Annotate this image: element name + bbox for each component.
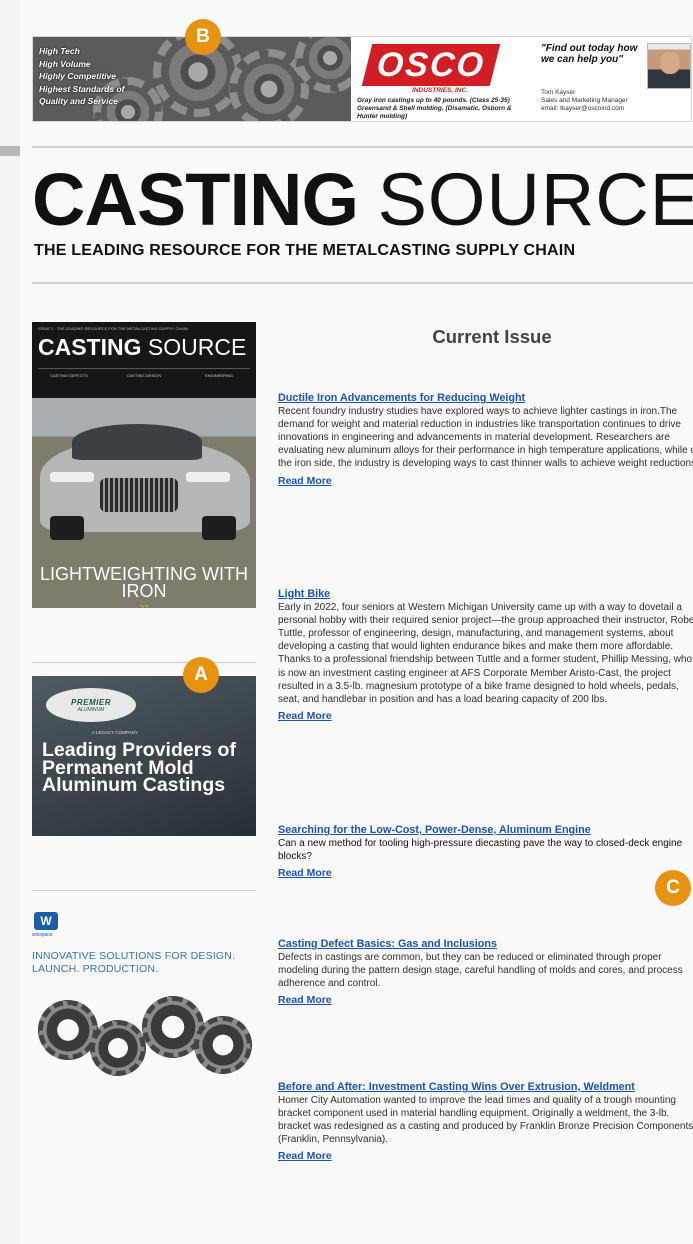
article-summary: Recent foundry industry studies have exp… xyxy=(278,405,693,470)
cover-fine-print: ISSUE 2 · THE LEADING RESOURCE FOR THE M… xyxy=(38,326,188,331)
banner-bullet: Quality and Service xyxy=(39,96,118,106)
article-title-link[interactable]: Light Bike xyxy=(278,588,693,601)
rep-email: email: tkayser@oscoind.com xyxy=(541,105,625,112)
article-casting-defects: Casting Defect Basics: Gas and Inclusion… xyxy=(278,938,693,1008)
wisspace-parts-image xyxy=(32,990,256,1082)
article-light-bike: Light Bike Early in 2022, four seniors a… xyxy=(278,588,693,724)
masthead-title: CASTING SOURCE xyxy=(32,158,693,241)
premier-aluminum-ad[interactable]: PREMIER ALUMINUM A LEGACY COMPANY Leadin… xyxy=(32,676,256,836)
cover-title: CASTING SOURCE xyxy=(38,334,247,360)
wisspace-name: wisspace xyxy=(32,932,53,938)
banner-contact: Tom Kayser Sales and Marketing Manager e… xyxy=(541,89,691,113)
article-ductile-iron: Ductile Iron Advancements for Reducing W… xyxy=(278,392,693,489)
article-title-link[interactable]: Ductile Iron Advancements for Reducing W… xyxy=(278,392,693,405)
masthead-divider xyxy=(32,282,693,284)
banner-bullet: High Tech xyxy=(39,46,80,56)
read-more-link[interactable]: Read More xyxy=(278,475,332,488)
cover-column: ENGINEERING xyxy=(204,373,233,378)
article-summary: Homer City Automation wanted to improve … xyxy=(278,1094,693,1146)
marker-c: C xyxy=(655,870,691,906)
banner-bullet: Highly Competitive xyxy=(39,71,116,81)
premier-tagline: A LEGACY COMPANY xyxy=(92,730,138,735)
article-title-link[interactable]: Before and After: Investment Casting Win… xyxy=(278,1081,693,1094)
rep-portrait xyxy=(647,43,691,89)
read-more-link[interactable]: Read More xyxy=(278,867,332,880)
article-summary: Early in 2022, four seniors at Western M… xyxy=(278,601,693,705)
read-more-link[interactable]: Read More xyxy=(278,1150,332,1163)
left-divider xyxy=(32,662,256,663)
premier-headline: Leading Providers of Permanent Mold Alum… xyxy=(42,739,236,796)
left-divider xyxy=(32,890,256,891)
osco-logo: OSCO xyxy=(361,44,501,86)
article-aluminum-engine: Searching for the Low-Cost, Power-Dense,… xyxy=(278,824,693,881)
article-summary: Can a new method for tooling high-pressu… xyxy=(278,837,683,862)
cover-columns: CASTING DEFECTS CASTING DESIGN ENGINEERI… xyxy=(38,368,250,390)
osco-description: Gray iron castings up to 40 pounds. (Cla… xyxy=(357,97,512,120)
rep-name: Tom Kayser xyxy=(541,89,576,96)
rep-title: Sales and Marketing Manager xyxy=(541,97,628,104)
header-divider xyxy=(32,146,693,148)
premier-logo: PREMIER ALUMINUM xyxy=(46,688,136,722)
osco-subtitle: INDUSTRIES, INC. xyxy=(412,87,468,94)
cover-caption: LIGHTWEIGHTING WITH IRON 27 xyxy=(32,565,256,608)
wisspace-ad-text[interactable]: INNOVATIVE SOLUTIONS FOR DESIGN. LAUNCH.… xyxy=(32,950,262,976)
marker-b: B xyxy=(185,19,221,55)
newsletter-page: High Tech High Volume Highly Competitive… xyxy=(20,0,693,1244)
article-summary: Defects in castings are common, but they… xyxy=(278,951,683,989)
current-issue-heading: Current Issue xyxy=(432,326,552,347)
article-investment-casting: Before and After: Investment Casting Win… xyxy=(278,1081,693,1164)
banner-bullet-list: High Tech High Volume Highly Competitive… xyxy=(39,45,124,108)
article-title-link[interactable]: Searching for the Low-Cost, Power-Dense,… xyxy=(278,824,693,837)
cover-page-number: 27 xyxy=(32,600,256,608)
banner-bullet: Highest Standards of xyxy=(39,83,125,94)
wisspace-logo-icon[interactable]: W xyxy=(34,912,58,930)
banner-bullet: High Volume xyxy=(39,58,91,69)
magazine-cover[interactable]: ISSUE 2 · THE LEADING RESOURCE FOR THE M… xyxy=(32,322,256,608)
banner-quote: "Find out today how we can help you" xyxy=(541,43,638,65)
cover-column: CASTING DESIGN xyxy=(126,373,162,378)
masthead-tagline: THE LEADING RESOURCE FOR THE METALCASTIN… xyxy=(34,242,576,259)
read-more-link[interactable]: Read More xyxy=(278,994,332,1007)
read-more-link[interactable]: Read More xyxy=(278,710,332,723)
page-edge-tab xyxy=(0,146,22,156)
cover-column: CASTING DEFECTS xyxy=(50,373,88,378)
marker-a: A xyxy=(183,657,219,693)
osco-banner-ad[interactable]: High Tech High Volume Highly Competitive… xyxy=(32,36,692,122)
article-title-link[interactable]: Casting Defect Basics: Gas and Inclusion… xyxy=(278,938,693,951)
